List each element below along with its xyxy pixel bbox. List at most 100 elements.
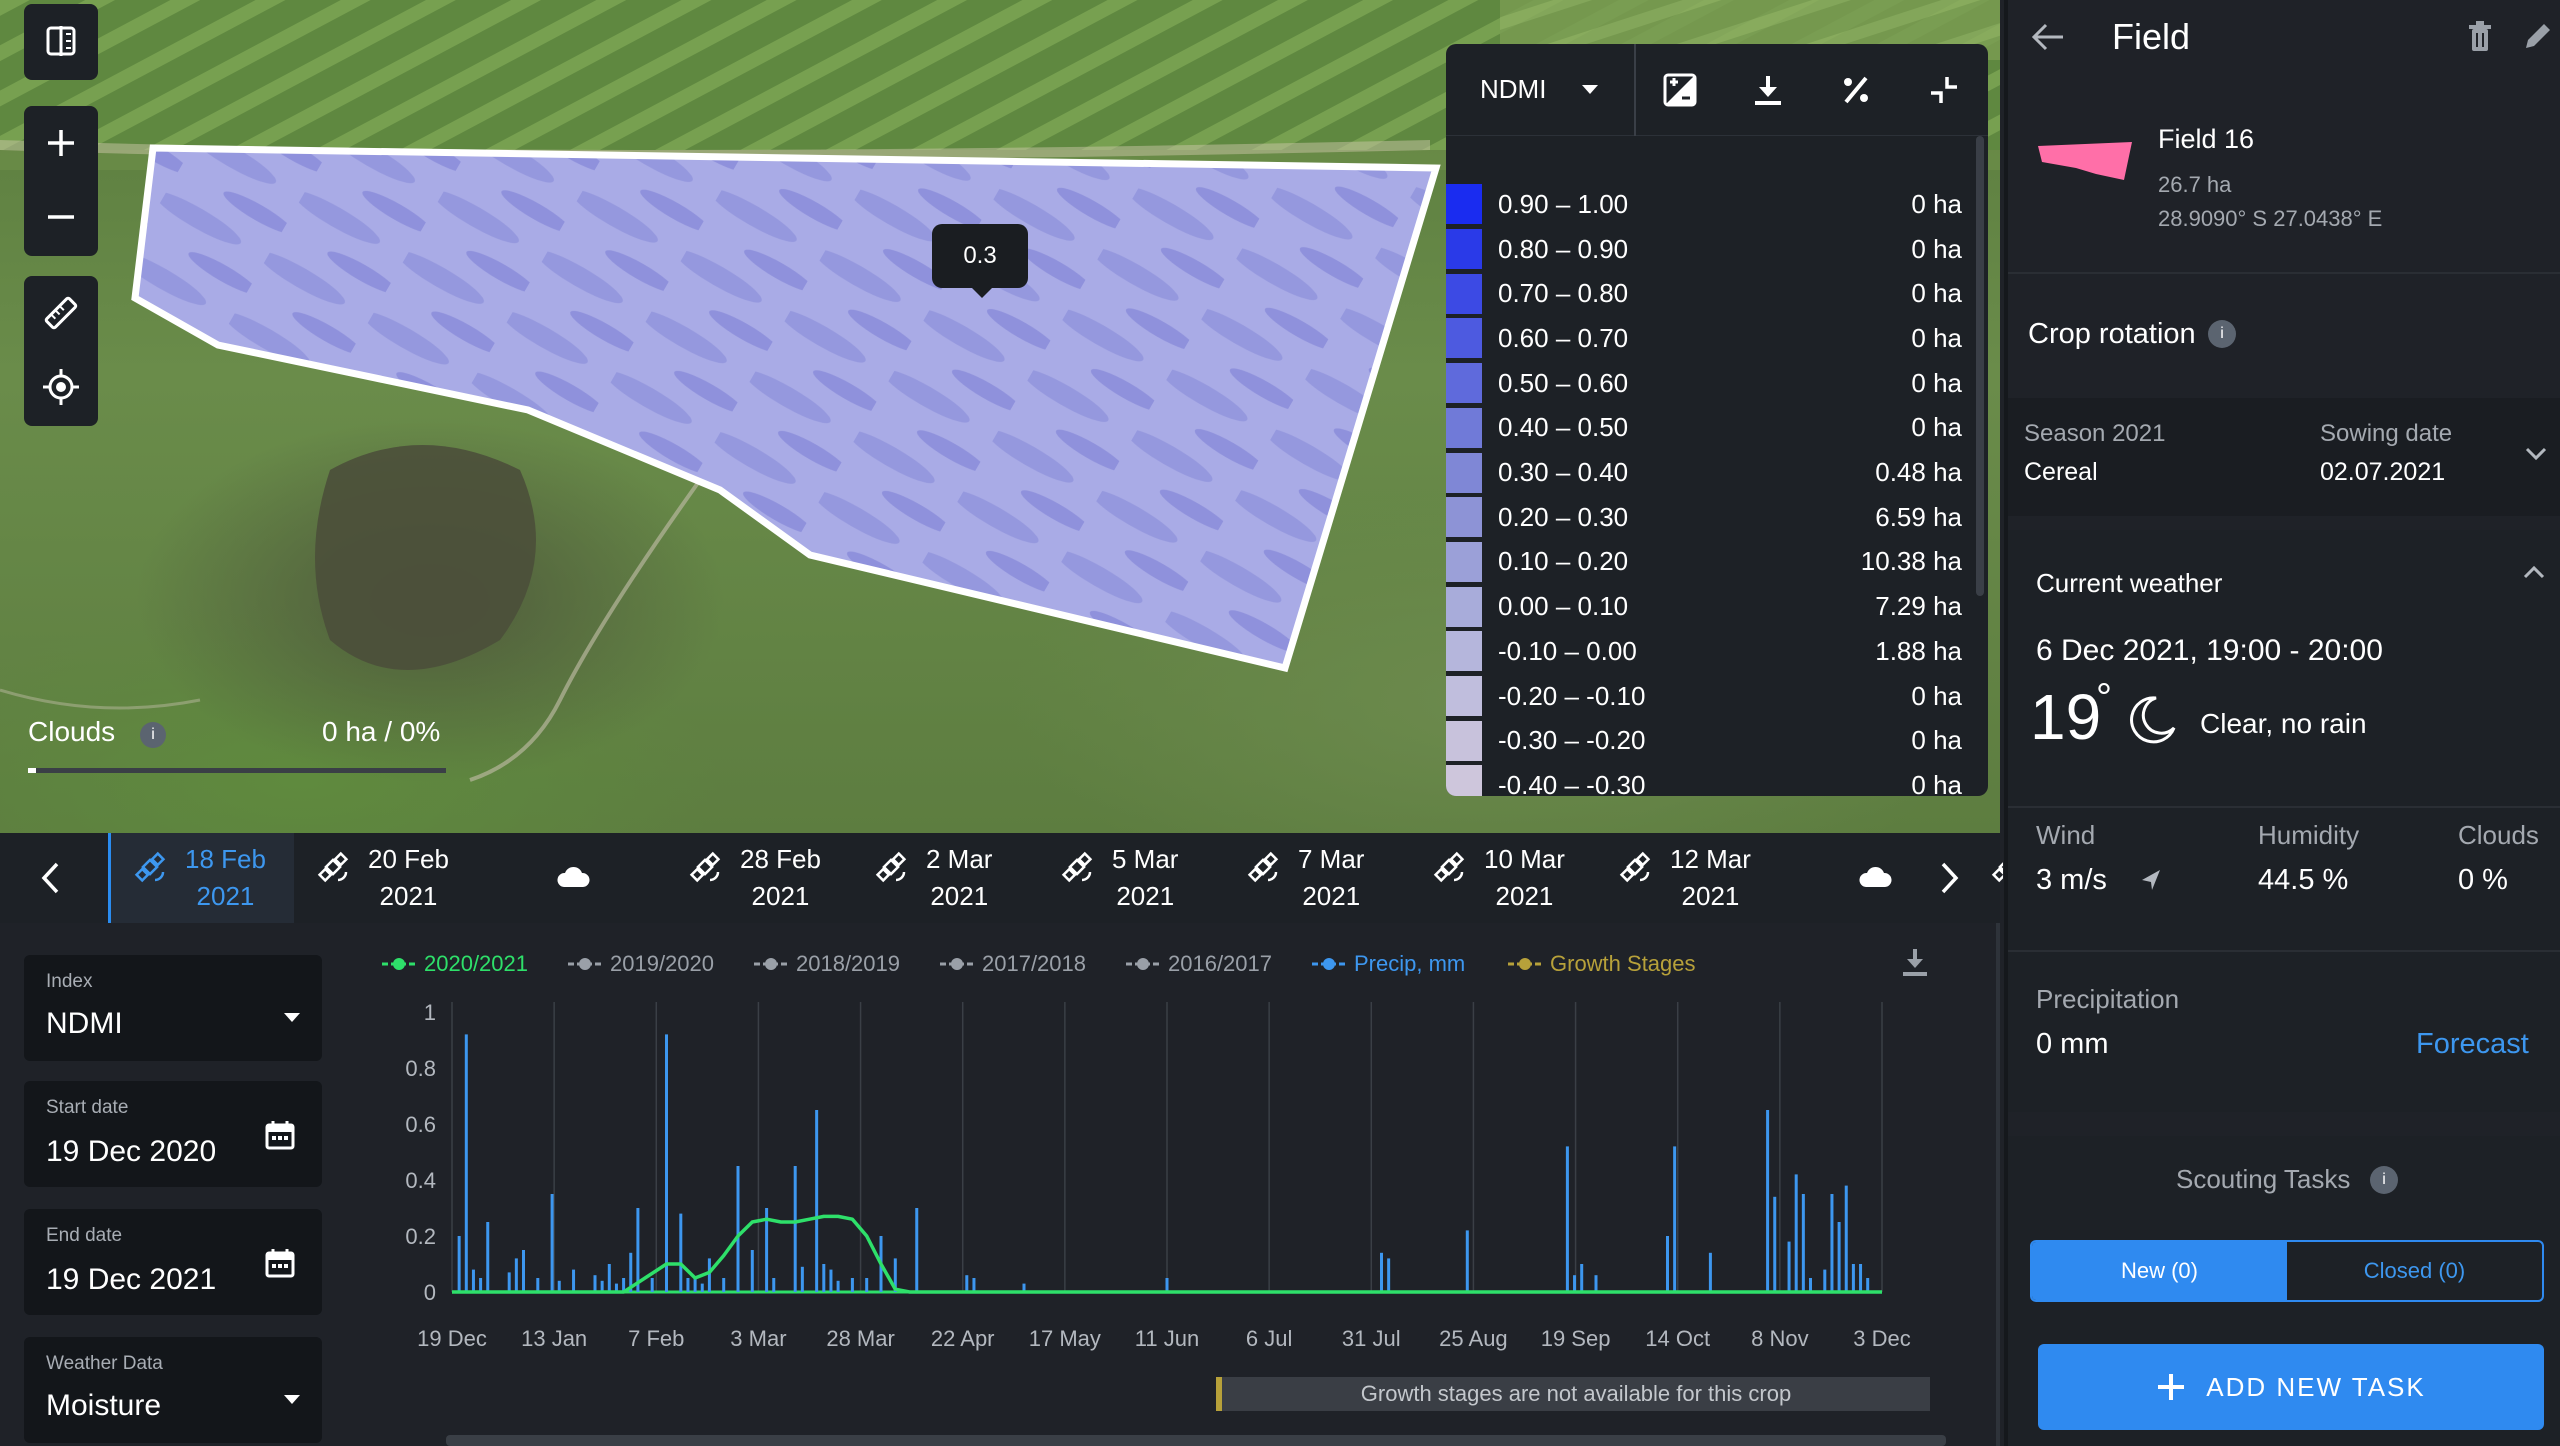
legend-swatch xyxy=(1446,631,1482,672)
back-arrow-icon[interactable] xyxy=(2030,22,2066,52)
legend-scrollbar[interactable] xyxy=(1976,136,1984,596)
legend-area: 0 ha xyxy=(1911,278,1962,309)
collapse-icon xyxy=(1931,76,1957,103)
moon-icon xyxy=(2130,696,2176,744)
crop-rotation-section: Crop rotation i xyxy=(2008,272,2560,396)
legend-swatch xyxy=(1446,676,1482,717)
legend-swatch xyxy=(1446,586,1482,627)
y-tick-label: 0 xyxy=(424,1280,436,1305)
legend-row: 0.70 – 0.80 0 ha xyxy=(1446,271,1976,316)
legend-area: 0 ha xyxy=(1911,725,1962,756)
start-date-field[interactable]: Start date 19 Dec 2020 xyxy=(24,1081,322,1187)
precip-bar xyxy=(1165,1278,1169,1292)
precip-bar xyxy=(1830,1194,1834,1292)
weather-data-label: Weather Data xyxy=(46,1353,163,1374)
timeline-next-button[interactable] xyxy=(1904,833,1994,923)
collapse-legend-button[interactable] xyxy=(1900,44,1988,136)
index-chart[interactable]: 19 Dec 13 Jan 7 Feb 3 Mar 28 Mar 22 Apr 17 May… xyxy=(352,923,2000,1446)
precip-bar xyxy=(464,1034,468,1292)
x-tick-label: 28 Mar xyxy=(826,1326,894,1351)
index-chart-panel: 2020/2021 2019/2020 2018/2019 2017/2018 2016… xyxy=(352,923,2000,1446)
index-select[interactable]: NDMI xyxy=(1446,44,1636,136)
split-view-button[interactable] xyxy=(24,4,98,78)
chevron-up-icon[interactable] xyxy=(2522,564,2546,580)
chevron-left-icon xyxy=(41,862,59,894)
trash-icon[interactable] xyxy=(2466,20,2494,54)
timeline-date[interactable]: 12 Mar 2021 xyxy=(1596,833,1782,923)
measure-button[interactable] xyxy=(24,276,98,350)
index-dropdown[interactable]: Index NDMI xyxy=(24,955,322,1061)
satellite-icon xyxy=(1247,851,1279,883)
locate-button[interactable] xyxy=(24,350,98,424)
plus-icon xyxy=(48,130,74,156)
precip-bar xyxy=(686,1278,690,1292)
weather-data-value: Moisture xyxy=(46,1389,162,1422)
timeline-date[interactable]: 10 Mar 2021 xyxy=(1410,833,1596,923)
season-row[interactable]: Season 2021 Cereal Sowing date 02.07.202… xyxy=(2008,398,2560,516)
precip-bar xyxy=(1823,1269,1827,1292)
precip-bar xyxy=(593,1275,597,1292)
chart-scrollbar[interactable] xyxy=(1996,923,2000,1446)
precip-bar xyxy=(800,1266,804,1292)
zoom-out-button[interactable] xyxy=(24,180,98,254)
timeline-date[interactable]: 2 Mar 2021 xyxy=(852,833,1038,923)
precip-bar xyxy=(822,1264,826,1292)
clouds-slider[interactable] xyxy=(28,768,446,773)
humidity-value: 44.5 % xyxy=(2258,864,2349,896)
info-icon[interactable]: i xyxy=(140,722,166,748)
legend-area: 0 ha xyxy=(1911,769,1962,796)
caret-down-icon xyxy=(1582,85,1599,94)
timeline-date[interactable]: 18 Feb 2021 xyxy=(108,833,294,923)
clouds-slider-handle[interactable] xyxy=(28,768,36,773)
precip-bar xyxy=(815,1110,819,1292)
wind-label: Wind xyxy=(2036,820,2096,850)
tab-closed-tasks[interactable]: Closed (0) xyxy=(2287,1242,2542,1300)
timeline-date[interactable] xyxy=(480,833,666,923)
map-tools xyxy=(24,276,98,426)
edit-pencil-icon[interactable] xyxy=(2522,20,2554,52)
weather-data-dropdown[interactable]: Weather Data Moisture xyxy=(24,1337,322,1443)
timeline-date-year: 2021 xyxy=(1116,881,1175,911)
contrast-icon xyxy=(1663,73,1697,106)
zoom-in-button[interactable] xyxy=(24,106,98,180)
precip-bar xyxy=(1565,1146,1569,1292)
precipitation-value: 0 mm xyxy=(2036,1028,2109,1060)
download-button[interactable] xyxy=(1724,44,1812,136)
info-icon[interactable]: i xyxy=(2370,1166,2398,1194)
precip-bar xyxy=(486,1222,490,1292)
timeline-date[interactable]: 20 Feb 2021 xyxy=(294,833,480,923)
contrast-button[interactable] xyxy=(1636,44,1724,136)
legend-row: -0.10 – 0.00 1.88 ha xyxy=(1446,629,1976,674)
calendar-icon[interactable] xyxy=(264,1119,296,1151)
precip-bar xyxy=(972,1278,976,1292)
crosshair-icon xyxy=(43,369,79,405)
legend-row: 0.90 – 1.00 0 ha xyxy=(1446,182,1976,227)
index-select-value: NDMI xyxy=(1480,74,1547,104)
precip-bar xyxy=(1837,1222,1841,1292)
add-new-task-button[interactable]: ADD NEW TASK xyxy=(2038,1344,2544,1430)
timeline-prev-button[interactable] xyxy=(6,833,96,923)
forecast-link[interactable]: Forecast xyxy=(2416,1028,2529,1061)
precip-bar xyxy=(1787,1241,1791,1292)
split-view-icon xyxy=(46,26,76,56)
current-weather-section: Current weather 6 Dec 2021, 19:00 - 20:0… xyxy=(2008,530,2560,820)
chart-range-slider[interactable] xyxy=(446,1435,1946,1446)
growth-stages-note-text: Growth stages are not available for this… xyxy=(1360,1381,1792,1406)
index-legend-panel: NDMI 0.90 – 1.00 0 ha 0.80 – 0.90 0 ha 0.70 … xyxy=(1446,44,1988,796)
tab-new-tasks[interactable]: New (0) xyxy=(2032,1242,2287,1300)
timeline-date[interactable]: 7 Mar 2021 xyxy=(1224,833,1410,923)
calendar-icon[interactable] xyxy=(264,1247,296,1279)
x-tick-label: 14 Oct xyxy=(1645,1326,1710,1351)
chevron-down-icon[interactable] xyxy=(2524,446,2548,462)
y-tick-label: 0.2 xyxy=(405,1224,436,1249)
timeline-date[interactable]: 5 Mar 2021 xyxy=(1038,833,1224,923)
info-icon[interactable]: i xyxy=(2208,320,2236,348)
timeline-date[interactable]: 28 Feb 2021 xyxy=(666,833,852,923)
timeline-date-label: 28 Feb 2021 xyxy=(740,841,821,915)
precip-bar xyxy=(1866,1278,1870,1292)
precip-bar xyxy=(550,1194,554,1292)
percent-button[interactable] xyxy=(1812,44,1900,136)
map-view[interactable]: 0.3 Clouds i 0 ha / 0% NDMI 0.90 – 1.00 0… xyxy=(0,0,2000,833)
tab-new-label: New (0) xyxy=(2120,1258,2198,1283)
end-date-field[interactable]: End date 19 Dec 2021 xyxy=(24,1209,322,1315)
